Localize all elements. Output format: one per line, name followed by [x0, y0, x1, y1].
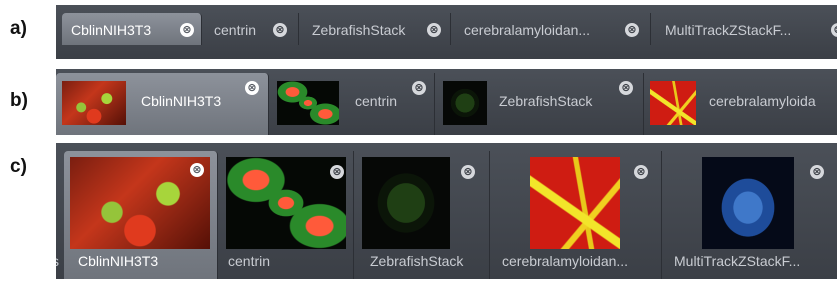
cell-culture-image — [62, 81, 126, 125]
amyloid-image — [650, 81, 696, 125]
zebrafish-image — [443, 81, 487, 125]
tab-cblinnih3t3[interactable]: CblinNIH3T3 ⊗ — [62, 13, 202, 45]
close-icon[interactable]: ⊗ — [412, 81, 426, 95]
tab-label: cerebralamyloida — [709, 93, 816, 109]
centrin-image — [277, 81, 339, 125]
close-icon[interactable]: ⊗ — [831, 23, 837, 37]
tab-label: ZebrafishStack — [312, 22, 406, 38]
close-icon[interactable]: ⊗ — [330, 165, 344, 179]
tab-cerebralamyloid[interactable]: ⊗ cerebralamyloidan... — [490, 151, 662, 279]
tab-zebrafishstack[interactable]: ZebrafishStack ⊗ — [435, 73, 644, 135]
tab-label: CblinNIH3T3 — [71, 22, 152, 38]
tab-strip-text: CblinNIH3T3 ⊗ centrin ⊗ ZebrafishStack ⊗… — [56, 5, 837, 59]
tab-zebrafishstack[interactable]: ZebrafishStack ⊗ — [299, 13, 451, 45]
tab-multitrackzstack[interactable]: MultiTrackZStackF... ⊗ — [651, 13, 837, 45]
tab-label: CblinNIH3T3 — [141, 93, 222, 109]
tab-label: centrin — [355, 93, 398, 109]
tab-strip-large-thumbs: s ⊗ CblinNIH3T3 ⊗ centrin ⊗ ZebrafishSta… — [56, 143, 837, 279]
tab-centrin[interactable]: ⊗ centrin — [218, 151, 354, 279]
close-icon[interactable]: ⊗ — [619, 81, 633, 95]
close-icon[interactable]: ⊗ — [245, 81, 259, 95]
tab-label: cerebralamyloidan... — [502, 253, 629, 269]
tab-multitrackzstack[interactable]: ⊗ MultiTrackZStackF... — [662, 151, 837, 279]
amyloid-image — [530, 157, 620, 249]
tab-label: ZebrafishStack — [499, 93, 593, 109]
tab-zebrafishstack[interactable]: ⊗ ZebrafishStack — [354, 151, 490, 279]
previous-tab-fragment: s — [56, 253, 59, 269]
tab-centrin[interactable]: centrin ⊗ — [269, 73, 435, 135]
cell-culture-image — [70, 157, 210, 249]
close-icon[interactable]: ⊗ — [190, 163, 204, 177]
tab-strip-small-thumbs: CblinNIH3T3 ⊗ centrin ⊗ ZebrafishStack ⊗… — [56, 69, 837, 135]
tab-centrin[interactable]: centrin ⊗ — [202, 13, 299, 45]
close-icon[interactable]: ⊗ — [180, 23, 194, 37]
tab-cerebralamyloid[interactable]: cerebralamyloidan... ⊗ — [451, 13, 651, 45]
centrin-image — [226, 157, 346, 249]
close-icon[interactable]: ⊗ — [427, 23, 441, 37]
multitrack-image — [702, 157, 794, 249]
row-label-b: b) — [10, 90, 28, 111]
tab-label: MultiTrackZStackF... — [665, 22, 792, 38]
tab-label: CblinNIH3T3 — [78, 253, 159, 269]
tab-label: cerebralamyloidan... — [464, 22, 591, 38]
tab-label: MultiTrackZStackF... — [674, 253, 801, 269]
tab-cblinnih3t3[interactable]: CblinNIH3T3 ⊗ — [56, 73, 269, 135]
close-icon[interactable]: ⊗ — [634, 165, 648, 179]
close-icon[interactable]: ⊗ — [273, 23, 287, 37]
row-label-a: a) — [10, 18, 27, 39]
tab-label: centrin — [214, 22, 257, 38]
tab-cblinnih3t3[interactable]: ⊗ CblinNIH3T3 — [64, 151, 218, 279]
row-label-c: c) — [10, 156, 27, 177]
zebrafish-image — [362, 157, 450, 249]
tab-label: centrin — [228, 253, 271, 269]
tab-cerebralamyloid[interactable]: cerebralamyloida — [644, 73, 837, 135]
close-icon[interactable]: ⊗ — [810, 165, 824, 179]
close-icon[interactable]: ⊗ — [461, 165, 475, 179]
close-icon[interactable]: ⊗ — [625, 23, 639, 37]
tab-label: ZebrafishStack — [370, 253, 464, 269]
